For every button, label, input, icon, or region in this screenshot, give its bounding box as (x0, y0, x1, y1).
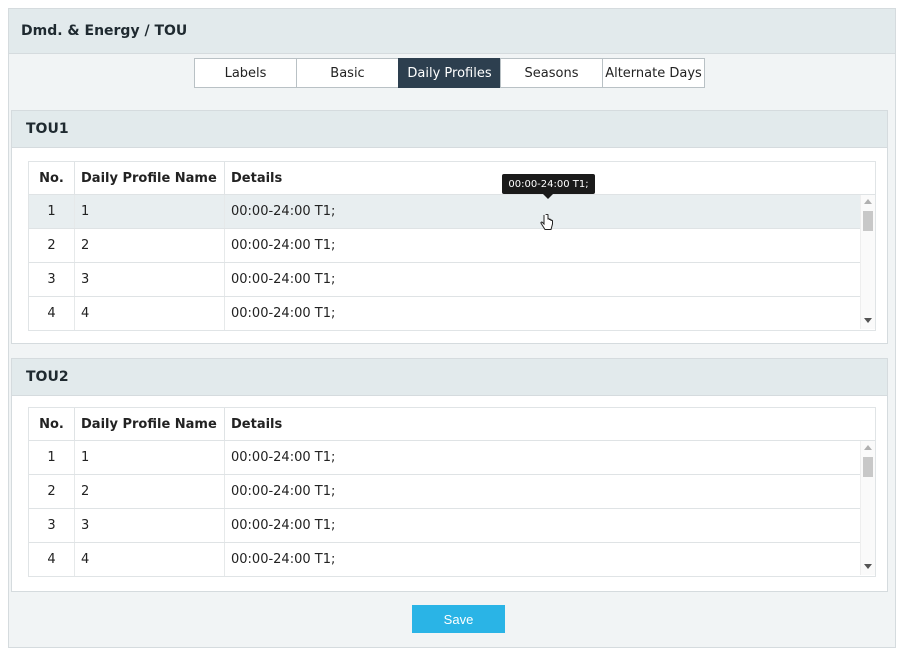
scroll-down-icon[interactable] (864, 564, 872, 569)
cell-name: 2 (75, 229, 225, 262)
cell-name: 3 (75, 263, 225, 296)
cell-name: 1 (75, 441, 225, 474)
page-title: Dmd. & Energy / TOU (21, 23, 188, 39)
col-daily-profile-name: Daily Profile Name (75, 408, 225, 440)
cell-name: 2 (75, 475, 225, 508)
tab-basic[interactable]: Basic (296, 58, 399, 88)
scroll-thumb[interactable] (863, 457, 873, 477)
tou2-scrollbar[interactable] (860, 441, 875, 575)
col-details: Details (231, 416, 283, 432)
table-row[interactable]: 4 4 00:00-24:00 T1; (29, 297, 875, 330)
table-row[interactable]: 2 2 00:00-24:00 T1; (29, 475, 875, 509)
save-button[interactable]: Save (412, 605, 505, 633)
col-no: No. (29, 408, 75, 440)
table-row[interactable]: 1 1 00:00-24:00 T1; (29, 195, 875, 229)
hand-pointer-icon (540, 213, 554, 237)
tou2-header: TOU2 (12, 359, 887, 396)
cell-name: 4 (75, 543, 225, 576)
tou2-title: TOU2 (26, 369, 69, 385)
cell-no: 1 (29, 441, 75, 474)
cell-details: 00:00-24:00 T1; (231, 306, 336, 321)
table-row[interactable]: 3 3 00:00-24:00 T1; (29, 263, 875, 297)
scroll-up-icon[interactable] (864, 199, 872, 204)
tou1-table: No. Daily Profile Name Details 1 1 00:00… (28, 161, 876, 331)
cell-no: 4 (29, 543, 75, 576)
cell-no: 1 (29, 195, 75, 228)
col-no: No. (29, 162, 75, 194)
table-row[interactable]: 4 4 00:00-24:00 T1; (29, 543, 875, 576)
tou1-header: TOU1 (12, 111, 887, 148)
tou1-section: TOU1 No. Daily Profile Name Details 1 1 … (11, 110, 888, 344)
tab-bar: Labels Basic Daily Profiles Seasons Alte… (194, 58, 705, 88)
cell-details: 00:00-24:00 T1; (231, 518, 336, 533)
cell-details: 00:00-24:00 T1; (231, 450, 336, 465)
cell-no: 3 (29, 263, 75, 296)
table-row[interactable]: 3 3 00:00-24:00 T1; (29, 509, 875, 543)
details-tooltip: 00:00-24:00 T1; (502, 174, 595, 194)
tou1-scrollbar[interactable] (860, 195, 875, 329)
tab-labels[interactable]: Labels (194, 58, 297, 88)
cell-no: 4 (29, 297, 75, 330)
tab-alternate-days[interactable]: Alternate Days (602, 58, 705, 88)
cell-name: 1 (75, 195, 225, 228)
panel-header: Dmd. & Energy / TOU (9, 9, 895, 54)
table-header: No. Daily Profile Name Details (29, 408, 875, 441)
table-header: No. Daily Profile Name Details (29, 162, 875, 195)
scroll-down-icon[interactable] (864, 318, 872, 323)
cell-no: 2 (29, 229, 75, 262)
cell-name: 3 (75, 509, 225, 542)
cell-details: 00:00-24:00 T1; (231, 552, 336, 567)
tou2-section: TOU2 No. Daily Profile Name Details 1 1 … (11, 358, 888, 592)
tou2-rows: 1 1 00:00-24:00 T1; 2 2 00:00-24:00 T1; … (29, 441, 875, 576)
scroll-thumb[interactable] (863, 211, 873, 231)
tou1-title: TOU1 (26, 121, 69, 137)
tooltip-arrow (543, 194, 553, 199)
tou2-table: No. Daily Profile Name Details 1 1 00:00… (28, 407, 876, 577)
table-row[interactable]: 1 1 00:00-24:00 T1; (29, 441, 875, 475)
cell-details: 00:00-24:00 T1; (231, 484, 336, 499)
tou1-rows: 1 1 00:00-24:00 T1; 2 2 00:00-24:00 T1; … (29, 195, 875, 330)
cell-details: 00:00-24:00 T1; (231, 272, 336, 287)
table-row[interactable]: 2 2 00:00-24:00 T1; (29, 229, 875, 263)
scroll-up-icon[interactable] (864, 445, 872, 450)
cell-name: 4 (75, 297, 225, 330)
col-daily-profile-name: Daily Profile Name (75, 162, 225, 194)
cell-no: 3 (29, 509, 75, 542)
cell-no: 2 (29, 475, 75, 508)
tab-daily-profiles[interactable]: Daily Profiles (398, 58, 501, 88)
tab-seasons[interactable]: Seasons (500, 58, 603, 88)
